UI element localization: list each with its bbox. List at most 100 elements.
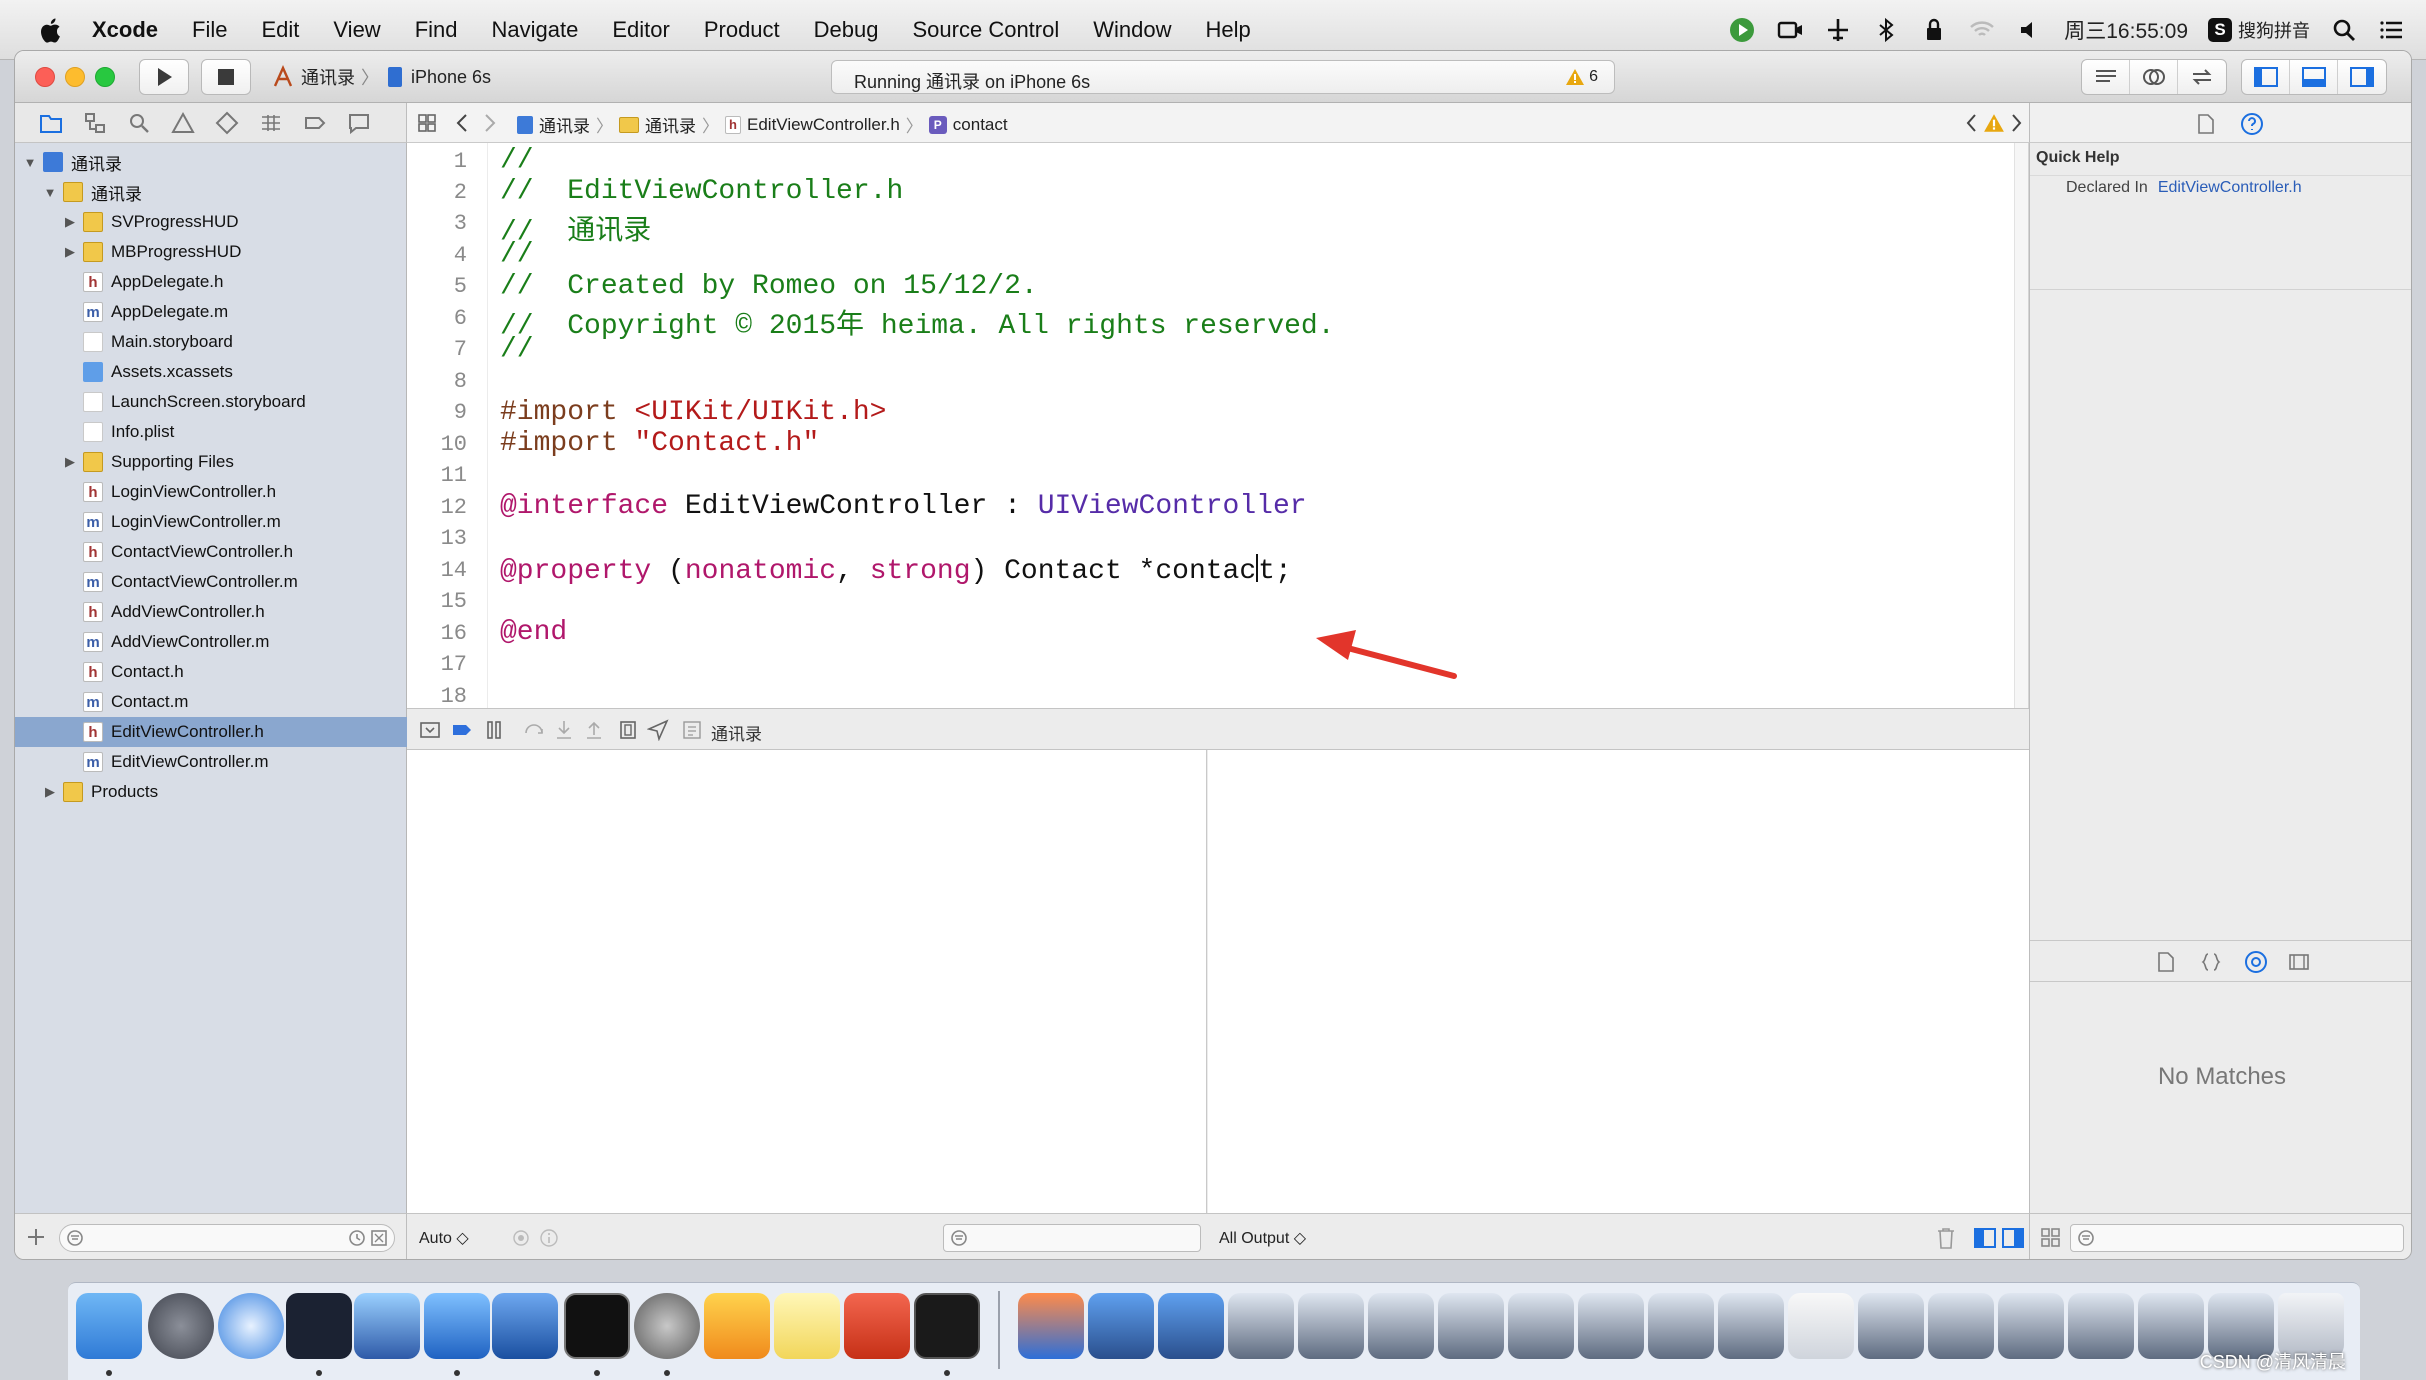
- source-editor[interactable]: 1 2 3 4 5 6 7 8 9 10 11 12 13 14 15 16 1…: [407, 143, 2029, 709]
- file-template-library-icon[interactable]: [2156, 951, 2176, 973]
- notification-center-icon[interactable]: [2378, 16, 2406, 44]
- warning-indicator[interactable]: 6: [1565, 67, 1598, 87]
- project-navigator-icon[interactable]: [39, 111, 63, 135]
- tree-item-file[interactable]: h AddViewController.h: [15, 597, 407, 627]
- breakpoint-navigator-icon[interactable]: [303, 111, 327, 135]
- search-icon[interactable]: [2330, 16, 2358, 44]
- step-out-icon[interactable]: [583, 719, 605, 741]
- tree-item-file[interactable]: m Contact.m: [15, 687, 407, 717]
- lock-icon[interactable]: [1920, 16, 1948, 44]
- minimized-window-icon[interactable]: [2138, 1293, 2204, 1359]
- related-items-icon[interactable]: [417, 113, 437, 133]
- run-button[interactable]: [139, 59, 189, 95]
- xcode-icon[interactable]: [424, 1293, 490, 1359]
- finder-icon[interactable]: [76, 1293, 142, 1359]
- instruments-icon[interactable]: [492, 1293, 558, 1359]
- console-view[interactable]: [1208, 750, 2029, 1213]
- minimize-window-button[interactable]: [65, 67, 85, 87]
- variables-scope-selector[interactable]: Auto ◇: [419, 1228, 469, 1248]
- variables-filter-input[interactable]: [943, 1224, 1201, 1252]
- minimized-window-icon[interactable]: [2068, 1293, 2134, 1359]
- minimized-window-icon[interactable]: [1508, 1293, 1574, 1359]
- tree-item-file[interactable]: Main.storyboard: [15, 327, 407, 357]
- apple-icon[interactable]: [40, 16, 64, 44]
- declared-in-link[interactable]: EditViewController.h: [2158, 179, 2302, 197]
- bluetooth-icon[interactable]: [1872, 16, 1900, 44]
- pause-icon[interactable]: [483, 719, 505, 741]
- minimized-window-icon[interactable]: [1718, 1293, 1784, 1359]
- close-window-button[interactable]: [35, 67, 55, 87]
- forward-icon[interactable]: [483, 113, 497, 133]
- trash-icon[interactable]: [1935, 1226, 1957, 1250]
- disclosure-open-icon[interactable]: ▼: [23, 155, 37, 170]
- launchpad-icon[interactable]: [148, 1293, 214, 1359]
- previous-issue-icon[interactable]: [1965, 113, 1977, 133]
- issue-warning-icon[interactable]: [1983, 112, 2005, 134]
- minimized-window-icon[interactable]: [1158, 1293, 1224, 1359]
- disclosure-open-icon[interactable]: ▼: [43, 185, 57, 200]
- standard-editor-button[interactable]: [2082, 60, 2130, 94]
- minimized-window-icon[interactable]: [1928, 1293, 1994, 1359]
- issue-navigator-icon[interactable]: [171, 111, 195, 135]
- disclosure-closed-icon[interactable]: ▶: [63, 244, 77, 260]
- menu-find[interactable]: Find: [415, 17, 458, 43]
- menu-view[interactable]: View: [333, 17, 380, 43]
- tree-item-project[interactable]: ▼ 通讯录: [15, 147, 407, 177]
- menu-product[interactable]: Product: [704, 17, 780, 43]
- minimized-window-icon[interactable]: [1368, 1293, 1434, 1359]
- breadcrumb-project[interactable]: 通讯录: [539, 112, 590, 137]
- toggle-navigator-button[interactable]: [2242, 60, 2290, 94]
- tree-item-file[interactable]: m ContactViewController.m: [15, 567, 407, 597]
- minimized-window-icon[interactable]: [1998, 1293, 2064, 1359]
- tree-item-supporting-files[interactable]: ▶ Supporting Files: [15, 447, 407, 477]
- menu-window[interactable]: Window: [1093, 17, 1171, 43]
- photo-app-icon[interactable]: [354, 1293, 420, 1359]
- powerpoint-icon[interactable]: [844, 1293, 910, 1359]
- test-navigator-icon[interactable]: [215, 111, 239, 135]
- tree-item-file[interactable]: m EditViewController.m: [15, 747, 407, 777]
- scheme-selector[interactable]: 通讯录 〉 iPhone 6s: [271, 61, 491, 93]
- debug-navigator-icon[interactable]: [259, 111, 283, 135]
- minimized-window-icon[interactable]: [1438, 1293, 1504, 1359]
- object-library-icon[interactable]: [2244, 950, 2268, 974]
- library-filter-input[interactable]: [2070, 1224, 2404, 1252]
- disclosure-closed-icon[interactable]: ▶: [63, 214, 77, 230]
- sketch-icon[interactable]: [704, 1293, 770, 1359]
- tree-item-file[interactable]: LaunchScreen.storyboard: [15, 387, 407, 417]
- menubar-clock[interactable]: 周三16:55:09: [2064, 15, 2188, 45]
- editor-scrollbar[interactable]: [2014, 143, 2028, 708]
- navigator-filter-input[interactable]: [59, 1224, 395, 1252]
- info-icon[interactable]: [539, 1228, 559, 1248]
- find-navigator-icon[interactable]: [127, 111, 151, 135]
- disclosure-closed-icon[interactable]: ▶: [43, 784, 57, 800]
- minimized-window-icon[interactable]: [1228, 1293, 1294, 1359]
- breakpoints-active-icon[interactable]: [451, 719, 473, 741]
- volume-icon[interactable]: [2016, 16, 2044, 44]
- mouse-app-icon[interactable]: [286, 1293, 352, 1359]
- minimized-window-icon[interactable]: [1648, 1293, 1714, 1359]
- menu-source-control[interactable]: Source Control: [913, 17, 1060, 43]
- airplane-icon[interactable]: [1824, 16, 1852, 44]
- breadcrumb-group[interactable]: 通讯录: [645, 112, 696, 137]
- menu-help[interactable]: Help: [1206, 17, 1251, 43]
- show-variables-icon[interactable]: [1973, 1226, 1997, 1250]
- tree-item-file[interactable]: h LoginViewController.h: [15, 477, 407, 507]
- terminal-icon[interactable]: [564, 1293, 630, 1359]
- menu-editor[interactable]: Editor: [612, 17, 669, 43]
- tree-item-selected-file[interactable]: h EditViewController.h: [15, 717, 407, 747]
- view-hierarchy-icon[interactable]: [617, 719, 639, 741]
- recent-files-icon[interactable]: [348, 1229, 366, 1247]
- tree-item-file[interactable]: Assets.xcassets: [15, 357, 407, 387]
- eye-icon[interactable]: [511, 1228, 531, 1248]
- wifi-icon[interactable]: [1968, 16, 1996, 44]
- source-control-filter-icon[interactable]: [370, 1229, 388, 1247]
- quicktime-icon[interactable]: [1018, 1293, 1084, 1359]
- variables-view[interactable]: [407, 750, 1207, 1213]
- minimized-window-icon[interactable]: [1088, 1293, 1154, 1359]
- toggle-debug-area-button[interactable]: [2290, 60, 2338, 94]
- step-into-icon[interactable]: [553, 719, 575, 741]
- menu-app-name[interactable]: Xcode: [92, 17, 158, 43]
- symbol-navigator-icon[interactable]: [83, 111, 107, 135]
- minimized-window-icon[interactable]: [1788, 1293, 1854, 1359]
- menu-file[interactable]: File: [192, 17, 227, 43]
